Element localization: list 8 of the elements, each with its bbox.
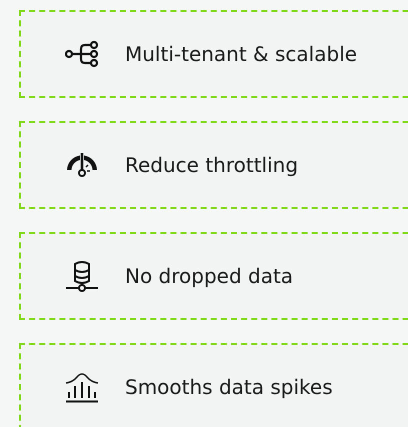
feature-label: No dropped data [125, 264, 294, 288]
feature-label: Multi-tenant & scalable [125, 42, 358, 66]
bar-curve-icon [65, 371, 99, 403]
branching-nodes-icon [65, 40, 99, 68]
feature-label: Reduce throttling [125, 153, 298, 177]
feature-label: Smooths data spikes [125, 375, 333, 399]
gauge-icon [65, 152, 99, 178]
database-network-icon [65, 260, 99, 292]
